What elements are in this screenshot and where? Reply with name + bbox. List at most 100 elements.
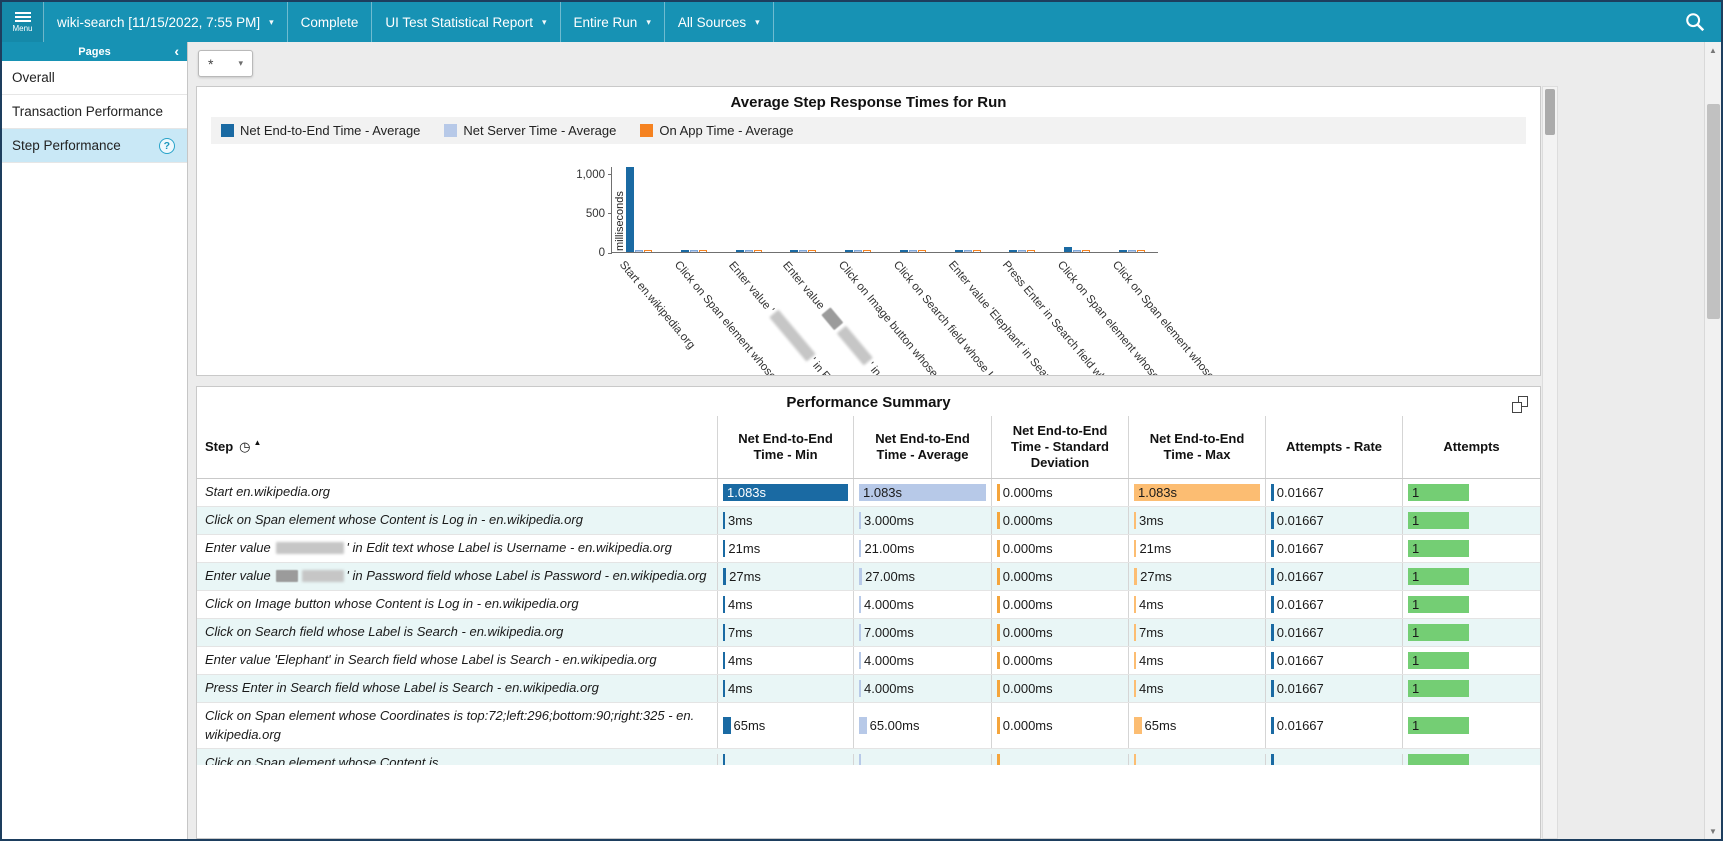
- value-bar-std: [997, 484, 1000, 501]
- value-cell-rate: 0.01667: [1265, 647, 1402, 674]
- value-wrap: 0.000ms: [997, 484, 1123, 501]
- value-wrap: 27ms: [1134, 568, 1260, 585]
- value-cell-min: 4ms: [717, 591, 853, 618]
- value-text: 1: [1412, 485, 1419, 500]
- scrollbar-track[interactable]: [1705, 58, 1721, 823]
- filter-dropdown[interactable]: * ▾: [198, 50, 253, 77]
- panel-scrollbar[interactable]: [1542, 86, 1558, 839]
- column-header-attempts[interactable]: Attempts: [1402, 416, 1540, 478]
- scrollbar-thumb[interactable]: [1707, 104, 1720, 319]
- sidebar-item-overall[interactable]: Overall: [2, 61, 187, 95]
- value-text: 0.000ms: [1003, 718, 1053, 733]
- chart-title: Average Step Response Times for Run: [197, 87, 1540, 116]
- value-wrap: 4.000ms: [859, 680, 986, 697]
- value-cell-att: 1: [1402, 619, 1540, 646]
- chart-bar-e2e: [845, 250, 853, 252]
- value-text: 0.01667: [1277, 513, 1324, 528]
- report-type-dropdown[interactable]: UI Test Statistical Report ▾: [372, 2, 560, 42]
- step-text: Start en.wikipedia.org: [205, 483, 330, 502]
- sidebar-item-transaction-performance[interactable]: Transaction Performance: [2, 95, 187, 129]
- scroll-down-icon[interactable]: ▼: [1705, 823, 1721, 839]
- value-cell-att: 1: [1402, 591, 1540, 618]
- value-wrap: 65.00ms: [859, 717, 986, 734]
- table-body: Start en.wikipedia.org1.083s1.083s0.000m…: [197, 479, 1540, 838]
- run-selector-dropdown[interactable]: wiki-search [11/15/2022, 7:55 PM] ▾: [44, 2, 288, 42]
- value-cell-min: 65ms: [717, 703, 853, 748]
- chart-bar-app: [1137, 250, 1145, 252]
- sidebar-item-step-performance[interactable]: Step Performance?: [2, 129, 187, 163]
- value-bar-avg: [859, 652, 861, 669]
- value-cell-rate: 0.01667: [1265, 703, 1402, 748]
- chevron-down-icon: ▾: [542, 17, 547, 28]
- chart-bar-app: [644, 250, 652, 252]
- value-text: 21.00ms: [864, 541, 914, 556]
- value-text: 21ms: [1139, 541, 1171, 556]
- help-icon[interactable]: ?: [159, 138, 175, 154]
- panel-scrollbar-thumb[interactable]: [1545, 89, 1555, 135]
- sources-label: All Sources: [678, 15, 746, 30]
- value-wrap: [1408, 754, 1535, 765]
- value-wrap: 3ms: [1134, 512, 1260, 529]
- value-cell-avg: 4.000ms: [853, 675, 991, 702]
- value-text: 0.000ms: [1003, 681, 1053, 696]
- value-bar-max: [1134, 652, 1136, 669]
- value-text: 1: [1412, 681, 1419, 696]
- value-bar-max: [1134, 624, 1136, 641]
- column-header-net_avg[interactable]: Net End-to-End Time - Average: [853, 416, 991, 478]
- value-cell-max: 3ms: [1128, 507, 1265, 534]
- column-header-net_min[interactable]: Net End-to-End Time - Min: [717, 416, 853, 478]
- column-header-label: Net End-to-End Time - Average: [866, 431, 979, 464]
- step-text: Press Enter in Search field whose Label …: [205, 679, 599, 698]
- pages-header-label: Pages: [78, 46, 110, 58]
- value-cell-avg: 4.000ms: [853, 591, 991, 618]
- redacted-text: [302, 570, 344, 582]
- y-tick-mark: [608, 213, 612, 214]
- value-bar-max: [1134, 717, 1142, 734]
- value-wrap: 4.000ms: [859, 596, 986, 613]
- value-text: 4.000ms: [864, 653, 914, 668]
- value-bar-min: [723, 624, 725, 641]
- column-header-net_max[interactable]: Net End-to-End Time - Max: [1128, 416, 1265, 478]
- value-bar-max: [1134, 540, 1136, 557]
- value-wrap: 0.000ms: [997, 652, 1123, 669]
- value-wrap: 1: [1408, 717, 1535, 734]
- value-wrap: 4ms: [723, 596, 848, 613]
- redacted-text: [769, 309, 815, 361]
- sidebar-item-label: Step Performance: [12, 138, 121, 153]
- value-bar-std: [997, 568, 1000, 585]
- value-cell-rate: 0.01667: [1265, 507, 1402, 534]
- column-header-attempts_rate[interactable]: Attempts - Rate: [1265, 416, 1402, 478]
- step-text: Enter value 'Elephant' in Search field w…: [205, 651, 657, 670]
- scroll-up-icon[interactable]: ▲: [1705, 42, 1721, 58]
- y-tick-label: 1,000: [576, 169, 605, 181]
- sources-dropdown[interactable]: All Sources ▾: [665, 2, 774, 42]
- value-bar-min: [723, 596, 725, 613]
- value-text: 0.01667: [1277, 718, 1324, 733]
- value-text: 65ms: [1145, 718, 1177, 733]
- column-header-net_std[interactable]: Net End-to-End Time - Standard Deviation: [991, 416, 1128, 478]
- filter-value: *: [208, 56, 213, 72]
- column-header-step[interactable]: Step◷▲: [197, 416, 717, 478]
- value-bar-max: [1134, 596, 1136, 613]
- step-text: Click on Image button whose Content is L…: [205, 595, 579, 614]
- value-text: 0.01667: [1277, 653, 1324, 668]
- chart-bar-server: [690, 250, 698, 252]
- value-bar-rate: [1271, 652, 1274, 669]
- copy-icon[interactable]: [1512, 396, 1528, 413]
- search-button[interactable]: [1669, 2, 1721, 42]
- y-tick-mark: [608, 253, 612, 254]
- value-cell-std: 0.000ms: [991, 703, 1128, 748]
- chart-bar-app: [918, 250, 926, 252]
- chart-bar-e2e: [1119, 250, 1127, 252]
- window-scrollbar[interactable]: ▲ ▼: [1704, 42, 1721, 839]
- chart-bar-app: [973, 250, 981, 252]
- step-cell: Click on Search field whose Label is Sea…: [197, 619, 717, 646]
- collapse-sidebar-icon[interactable]: ‹: [174, 42, 179, 61]
- scope-dropdown[interactable]: Entire Run ▾: [561, 2, 665, 42]
- value-text: 3ms: [728, 513, 753, 528]
- value-text: 0.000ms: [1003, 625, 1053, 640]
- chart-bar-e2e: [626, 167, 634, 252]
- search-icon: [1684, 11, 1706, 33]
- report-type-label: UI Test Statistical Report: [385, 15, 533, 30]
- menu-button[interactable]: Menu: [2, 2, 44, 42]
